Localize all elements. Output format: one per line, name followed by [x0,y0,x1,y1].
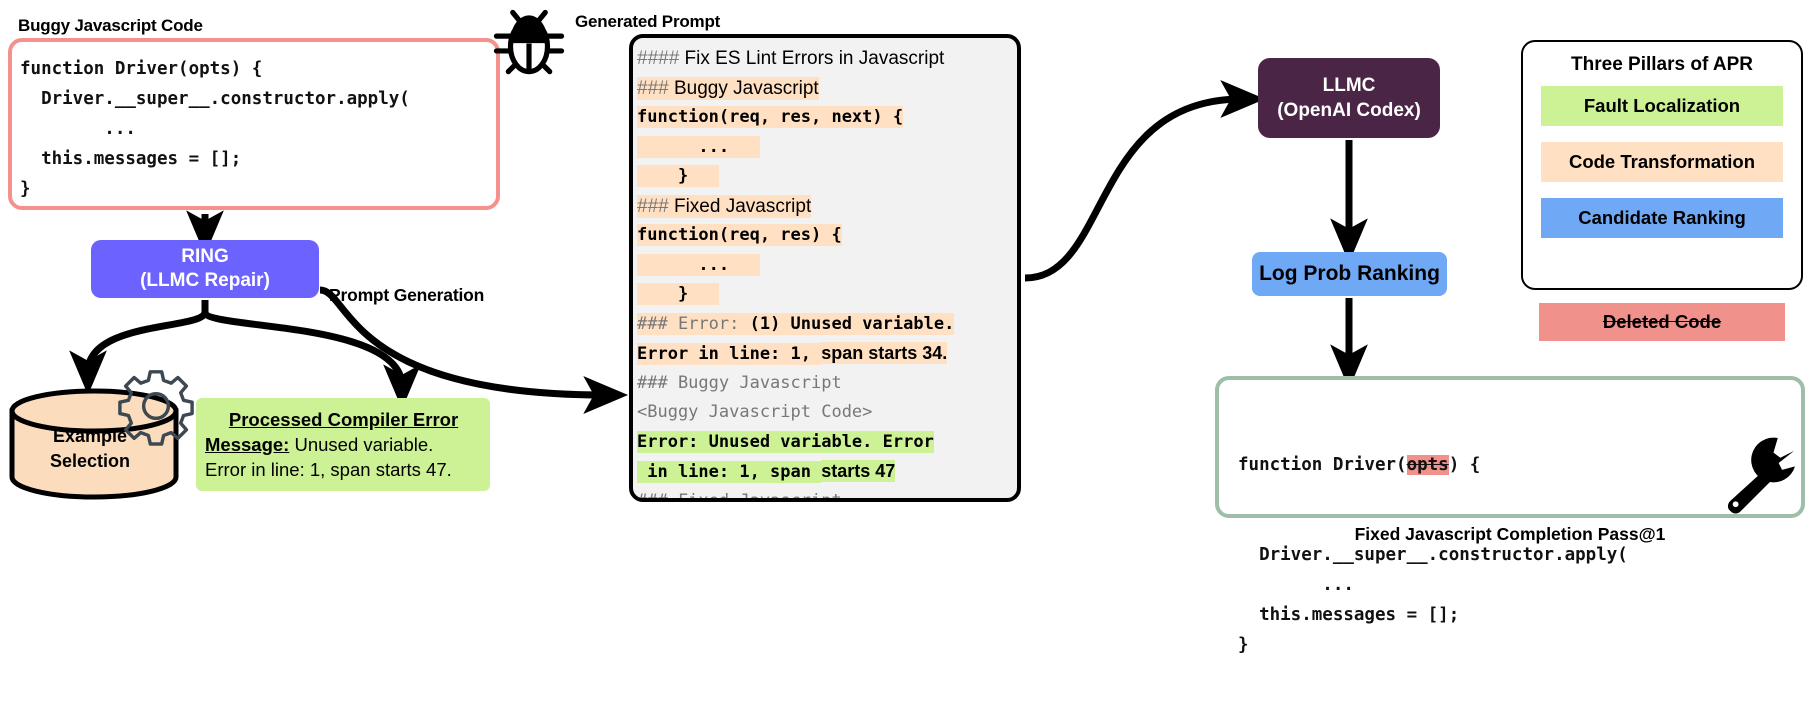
prompt-segment: ... [637,253,760,276]
pillar-fault-localization: Fault Localization [1541,86,1783,126]
pillar-fault-localization-label: Fault Localization [1583,95,1741,116]
buggy-code-text: function Driver(opts) { Driver.__super__… [20,54,410,204]
log-prob-ranking-box[interactable]: Log Prob Ranking [1252,252,1447,296]
llmc-box[interactable]: LLMC (OpenAI Codex) [1258,58,1440,138]
prompt-line: Error in line: 1, span starts 34. [637,339,1017,369]
code-line: Driver.__super__.constructor.apply( [20,89,410,109]
prompt-segment: } [637,283,719,305]
prompt-line: <Buggy Javascript Code> [637,398,1017,428]
prompt-segment: span starts 34. [821,342,948,364]
prompt-segment: ... [637,135,760,158]
prompt-segment: Error: [677,312,750,335]
prompt-segment: in line: 1, span [637,461,822,483]
code-line: function Driver(opts) { [20,59,263,79]
prompt-line: function(req, res) { [637,221,1017,251]
code-line: ... [20,119,136,139]
prompt-line: ### Buggy Javascript [637,74,1017,104]
three-pillars-panel: Three Pillars of APR Fault Localization … [1521,40,1803,290]
deleted-code-legend: Deleted Code [1539,303,1785,341]
prompt-segment: ### [637,76,674,100]
prompt-segment: function(req, res) { [637,224,842,246]
prompt-line: } [637,162,1017,192]
prompt-line: #### Fix ES Lint Errors in Javascript [637,44,1017,74]
fixed-code-line1-pre: function Driver( [1238,455,1407,475]
code-line: ... [1238,575,1354,595]
prompt-segment: function(req, res, next) { [637,106,904,128]
prompt-line: } [637,280,1017,310]
ring-label-line1: RING [181,246,229,267]
generated-prompt-caption: Generated Prompt [575,12,721,31]
prompt-segment: Error in line: 1, [637,343,822,365]
pillar-candidate-ranking: Candidate Ranking [1541,198,1783,238]
pillar-code-transformation: Code Transformation [1541,142,1783,182]
example-selection-line2: Selection [49,451,131,471]
prompt-segment: } [637,165,719,187]
prompt-line: Error: Unused variable. Error [637,428,1017,458]
prompt-segment: starts 47 [821,460,896,482]
prompt-segment: ### [637,312,678,335]
prompt-line: in line: 1, span starts 47 [637,457,1017,487]
log-prob-ranking-label: Log Prob Ranking [1259,262,1440,285]
prompt-segment: ### Buggy Javascript [637,372,842,393]
diagram-canvas: Buggy Javascript Code function Driver(op… [0,0,1818,655]
code-line: this.messages = []; [20,149,242,169]
prompt-line: ... [637,251,1017,281]
prompt-segment: ### [637,194,674,218]
prompt-segment: (1) Unused variable. [749,312,955,335]
prompt-segment: Fixed Javascript [673,194,812,218]
prompt-line: ... [637,133,1017,163]
pillar-code-transformation-label: Code Transformation [1568,151,1756,172]
ring-box[interactable]: RING (LLMC Repair) [91,240,319,298]
three-pillars-title: Three Pillars of APR [1571,54,1753,75]
generated-prompt-box: #### Fix ES Lint Errors in Javascript ###… [629,34,1021,502]
prompt-line: ### Fixed Javascript [637,192,1017,222]
compiler-error-title-2: Message: [205,434,290,455]
compiler-error-value-1: Unused variable. [289,434,434,455]
code-line: } [20,179,31,199]
prompt-segment: <Buggy Javascript Code> [637,402,873,422]
bug-icon [492,8,566,82]
example-selection-line1: Example [52,426,128,446]
fixed-code-deleted-token: opts [1406,455,1449,475]
prompt-segment: Fix ES Lint Errors in Javascript [684,48,945,69]
prompt-line: ### Buggy Javascript [637,369,1017,399]
pillar-candidate-ranking-label: Candidate Ranking [1578,207,1746,228]
wrench-icon [1715,432,1801,518]
prompt-line: ### Fixed Javascript [637,487,1017,502]
prompt-line: function(req, res, next) { [637,103,1017,133]
prompt-segment: Error: Unused variable. Error [637,430,934,453]
compiler-error-value-2: Error in line: 1, span starts 47. [205,459,452,480]
code-line: } [1238,635,1249,655]
fixed-code-text: function Driver(opts) { Driver.__super__… [1238,390,1628,720]
llmc-label-line1: LLMC [1322,75,1376,96]
prompt-line: ### Error: (1) Unused variable. [637,310,1017,340]
fixed-code-line1-post: ) { [1448,455,1481,475]
prompt-segment: Buggy Javascript [673,76,819,100]
compiler-error-title-1: Processed Compiler Error [228,409,459,430]
fixed-code-remaining-lines: Driver.__super__.constructor.apply( ... … [1238,540,1628,660]
prompt-generation-label: Prompt Generation [329,285,485,305]
deleted-code-label: Deleted Code [1602,311,1722,332]
prompt-segment: #### [637,48,685,69]
fixed-code-caption: Fixed Javascript Completion Pass@1 [1354,524,1666,544]
llmc-label-line2: (OpenAI Codex) [1277,100,1421,121]
example-selection-label: Example Selection [6,424,174,474]
ring-label-line2: (LLMC Repair) [140,270,270,291]
processed-compiler-error-box: Processed Compiler Error Message: Unused… [196,398,490,491]
code-line: this.messages = []; [1238,605,1460,625]
generated-prompt-lines: #### Fix ES Lint Errors in Javascript ###… [637,44,1017,502]
buggy-code-caption: Buggy Javascript Code [18,16,203,35]
prompt-segment: ### Fixed Javascript [637,490,842,502]
